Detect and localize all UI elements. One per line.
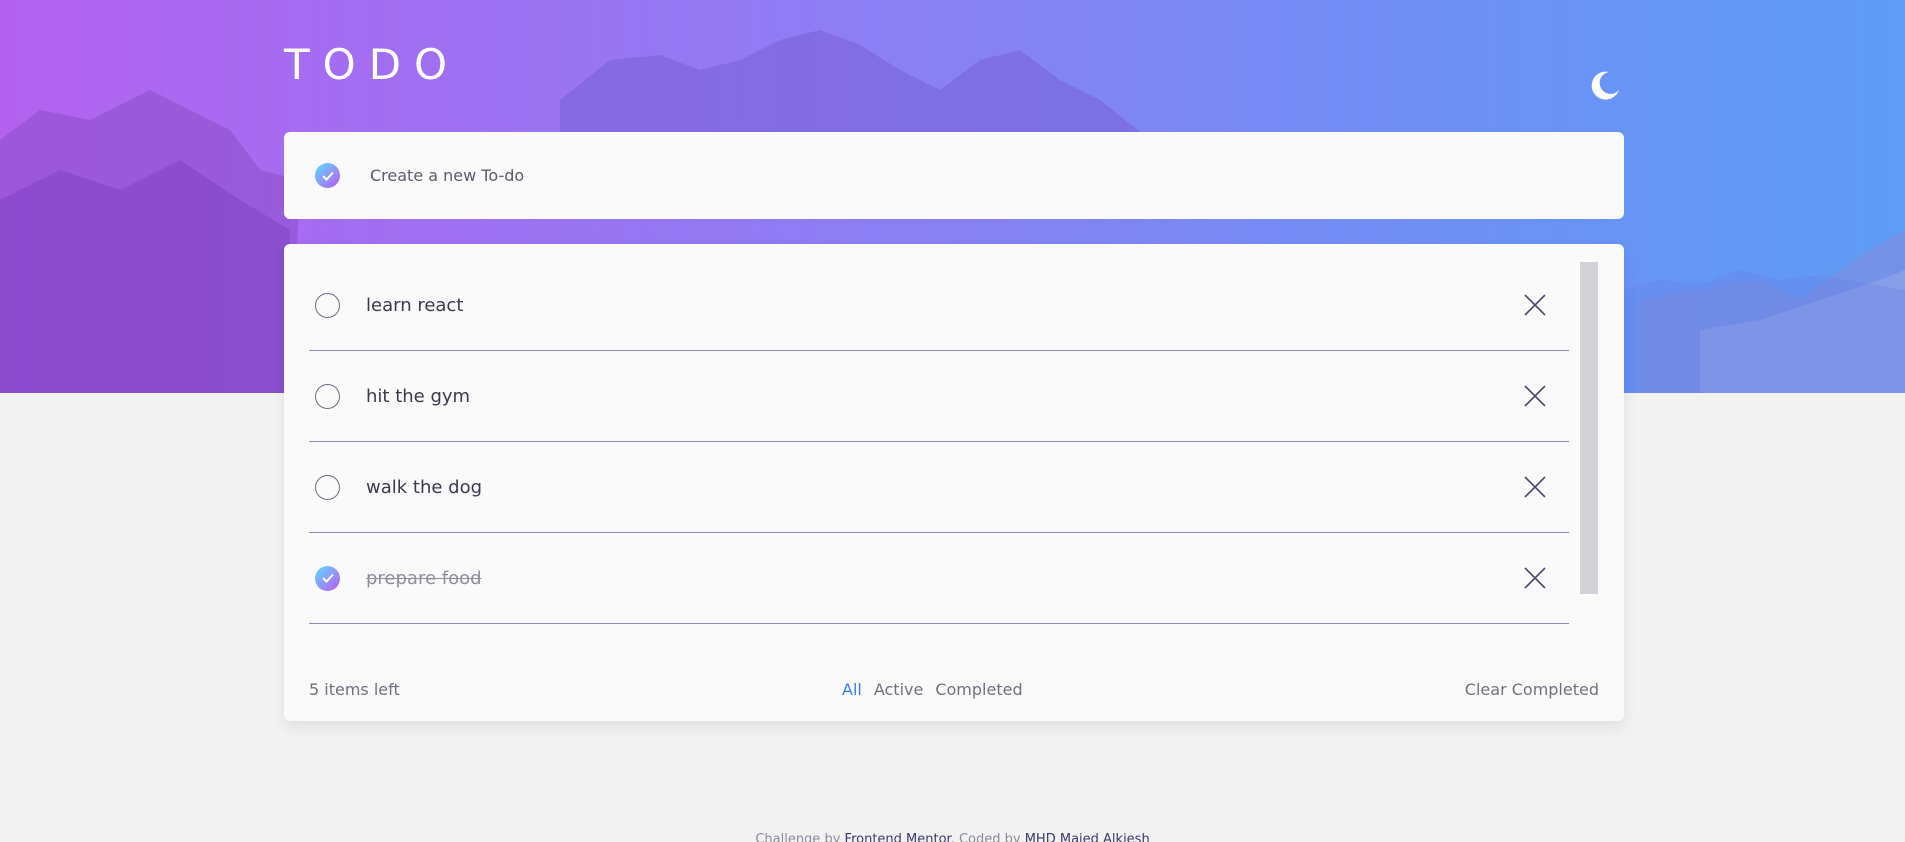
clear-completed-button[interactable]: Clear Completed <box>1465 680 1599 699</box>
todo-text: hit the gym <box>366 385 471 407</box>
scrollbar[interactable] <box>1580 262 1598 594</box>
delete-todo-button[interactable] <box>1523 475 1547 499</box>
items-left-count: 5 items left <box>309 680 400 699</box>
close-icon <box>1524 476 1546 498</box>
todo-item[interactable]: prepare food <box>309 533 1569 624</box>
close-icon <box>1524 385 1546 407</box>
new-todo-bar <box>284 132 1624 219</box>
todo-checkbox[interactable] <box>315 292 340 318</box>
todo-list-card: learn react hit the gym walk the dog pre… <box>284 244 1624 721</box>
todo-checkbox[interactable] <box>315 383 340 409</box>
credit-middle: . Coded by <box>950 832 1025 842</box>
new-todo-input[interactable] <box>370 166 1270 185</box>
todo-item[interactable]: walk the dog <box>309 442 1569 533</box>
filter-tabs: All Active Completed <box>842 680 1023 699</box>
close-icon <box>1524 567 1546 589</box>
frontend-mentor-link[interactable]: Frontend Mentor <box>845 832 951 842</box>
credit-prefix: Challenge by <box>755 832 845 842</box>
attribution: Challenge by Frontend Mentor. Coded by M… <box>0 832 1905 842</box>
delete-todo-button[interactable] <box>1523 293 1547 317</box>
todo-text: learn react <box>366 294 464 316</box>
filter-completed[interactable]: Completed <box>935 680 1022 699</box>
app-title: TODO <box>284 40 461 89</box>
close-icon <box>1524 294 1546 316</box>
todo-item[interactable]: hit the gym <box>309 351 1569 442</box>
author-link[interactable]: MHD Majed Alkiesh <box>1025 832 1150 842</box>
moon-icon <box>1591 71 1619 100</box>
filter-all[interactable]: All <box>842 680 862 699</box>
check-icon[interactable] <box>315 163 340 188</box>
delete-todo-button[interactable] <box>1523 384 1547 408</box>
todo-checkbox[interactable] <box>315 474 340 500</box>
todo-checkbox-checked[interactable] <box>315 565 340 591</box>
delete-todo-button[interactable] <box>1523 566 1547 590</box>
todo-text: walk the dog <box>366 476 483 498</box>
todo-text: prepare food <box>366 567 482 589</box>
check-icon <box>321 573 334 583</box>
todo-list: learn react hit the gym walk the dog pre… <box>309 260 1569 624</box>
filter-active[interactable]: Active <box>874 680 924 699</box>
todo-item[interactable]: learn react <box>309 260 1569 351</box>
theme-toggle-button[interactable] <box>1587 69 1623 105</box>
